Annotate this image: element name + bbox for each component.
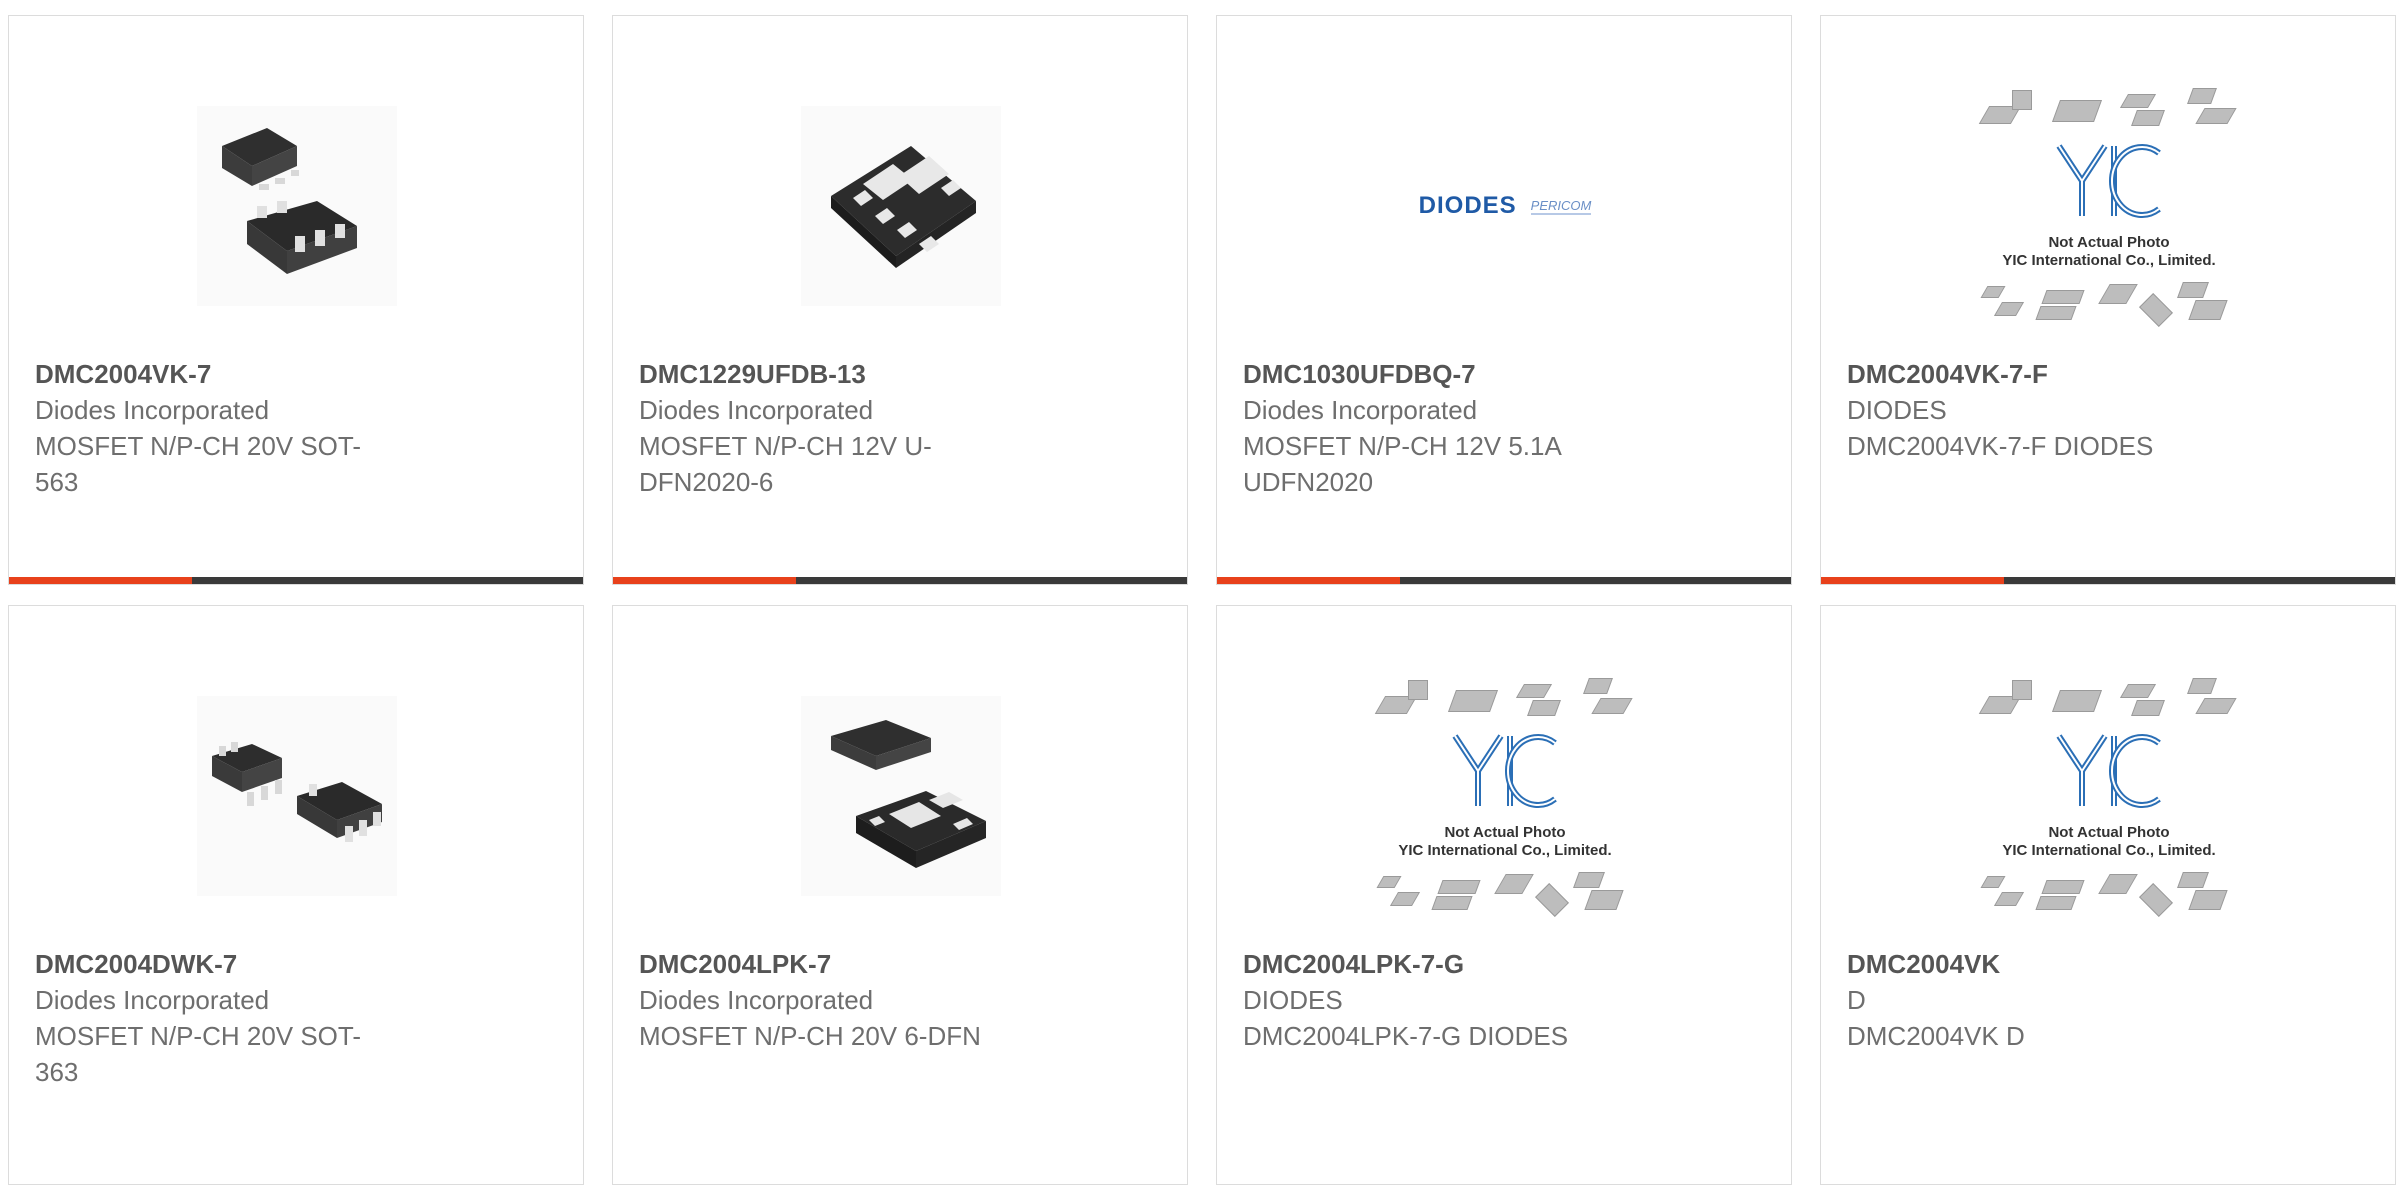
manufacturer: Diodes Incorporated bbox=[639, 395, 874, 425]
placeholder-caption: Not Actual Photo bbox=[1444, 824, 1566, 841]
part-number[interactable]: DMC1229UFDB-13 bbox=[639, 356, 999, 392]
placeholder-company: YIC International Co., Limited. bbox=[1398, 842, 1612, 859]
manufacturer: Diodes Incorporated bbox=[35, 985, 270, 1015]
card-accent-bar bbox=[1821, 577, 2395, 584]
part-number[interactable]: DMC2004DWK-7 bbox=[35, 946, 395, 982]
card-accent-bar bbox=[1217, 577, 1791, 584]
placeholder-caption: Not Actual Photo bbox=[2048, 824, 2170, 841]
manufacturer: DIODES bbox=[1243, 985, 1343, 1015]
card-accent-bar bbox=[613, 577, 1187, 584]
product-card[interactable]: Not Actual Photo YIC International Co., … bbox=[1820, 605, 2396, 1185]
product-card[interactable]: DMC2004DWK-7 Diodes Incorporated MOSFET … bbox=[8, 605, 584, 1185]
placeholder-caption: Not Actual Photo bbox=[2048, 234, 2170, 251]
udfn-package-image[interactable] bbox=[613, 86, 1189, 326]
placeholder-company: YIC International Co., Limited. bbox=[2002, 252, 2216, 269]
placeholder-company: YIC International Co., Limited. bbox=[2002, 842, 2216, 859]
description: MOSFET N/P-CH 12V U-DFN2020-6 bbox=[639, 431, 932, 497]
product-card[interactable]: Not Actual Photo YIC International Co., … bbox=[1216, 605, 1792, 1185]
dfn-package-image[interactable] bbox=[613, 676, 1189, 916]
description: DMC2004LPK-7-G DIODES bbox=[1243, 1021, 1569, 1051]
manufacturer: D bbox=[1847, 985, 1866, 1015]
sot363-package-image[interactable] bbox=[9, 676, 585, 916]
description: MOSFET N/P-CH 20V 6-DFN bbox=[639, 1021, 981, 1051]
manufacturer: DIODES bbox=[1847, 395, 1947, 425]
not-actual-photo-image[interactable]: Not Actual Photo YIC International Co., … bbox=[1821, 86, 2397, 327]
product-card[interactable]: Not Actual Photo YIC International Co., … bbox=[1820, 15, 2396, 585]
manufacturer: Diodes Incorporated bbox=[35, 395, 270, 425]
sot563-package-image[interactable] bbox=[9, 86, 585, 326]
description: DMC2004VK D bbox=[1847, 1021, 2025, 1051]
part-number[interactable]: DMC2004LPK-7 bbox=[639, 946, 999, 982]
product-card[interactable]: DMC2004LPK-7 Diodes Incorporated MOSFET … bbox=[612, 605, 1188, 1185]
part-number[interactable]: DMC2004VK-7 bbox=[35, 356, 395, 392]
not-actual-photo-image[interactable]: Not Actual Photo YIC International Co., … bbox=[1217, 676, 1793, 917]
manufacturer: Diodes Incorporated bbox=[1243, 395, 1478, 425]
manufacturer: Diodes Incorporated bbox=[639, 985, 874, 1015]
product-card[interactable]: DMC1229UFDB-13 Diodes Incorporated MOSFE… bbox=[612, 15, 1188, 585]
part-number[interactable]: DMC2004VK bbox=[1847, 946, 2207, 982]
product-card[interactable]: DIODES PERICOM DMC1030UFDBQ-7 Diodes Inc… bbox=[1216, 15, 1792, 585]
description: MOSFET N/P-CH 20V SOT-363 bbox=[35, 1021, 362, 1087]
part-number[interactable]: DMC2004LPK-7-G bbox=[1243, 946, 1603, 982]
product-card[interactable]: DMC2004VK-7 Diodes Incorporated MOSFET N… bbox=[8, 15, 584, 585]
diodes-logo-text: DIODES bbox=[1418, 192, 1517, 219]
description: MOSFET N/P-CH 20V SOT-563 bbox=[35, 431, 362, 497]
not-actual-photo-image[interactable]: Not Actual Photo YIC International Co., … bbox=[1821, 676, 2397, 917]
diodes-pericom-logo[interactable]: DIODES PERICOM bbox=[1217, 86, 1793, 326]
description: DMC2004VK-7-F DIODES bbox=[1847, 431, 2154, 461]
product-grid: DMC2004VK-7 Diodes Incorporated MOSFET N… bbox=[0, 0, 2400, 1185]
part-number[interactable]: DMC2004VK-7-F bbox=[1847, 356, 2207, 392]
pericom-logo-text: PERICOM bbox=[1530, 197, 1592, 215]
description: MOSFET N/P-CH 12V 5.1A UDFN2020 bbox=[1243, 431, 1561, 497]
card-accent-bar bbox=[9, 577, 583, 584]
part-number[interactable]: DMC1030UFDBQ-7 bbox=[1243, 356, 1603, 392]
